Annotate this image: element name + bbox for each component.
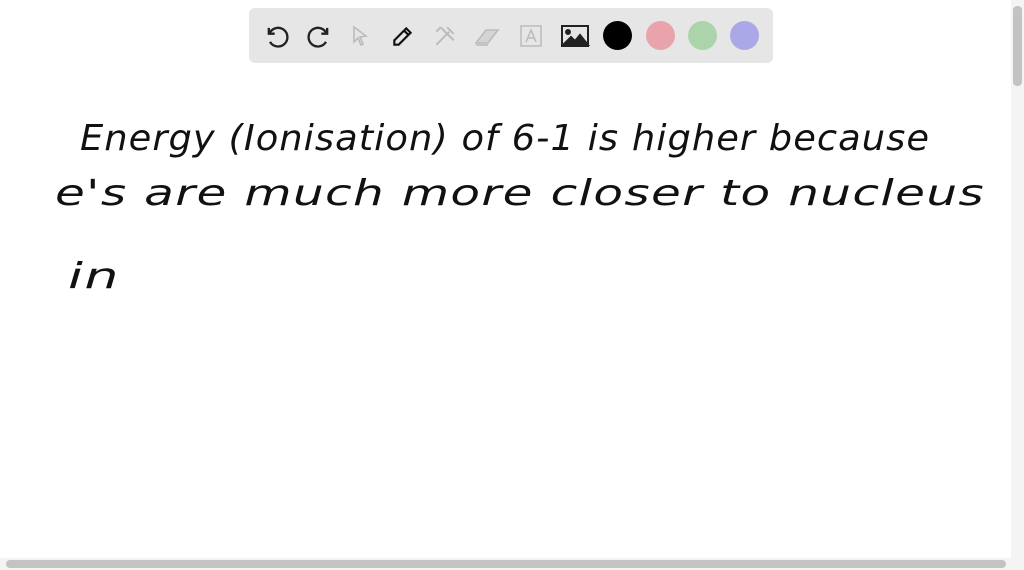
handwriting-line-1: Energy (Ionisation) of 6-1 is higher bec…: [80, 118, 930, 159]
color-black-swatch[interactable]: [603, 21, 632, 50]
color-red-swatch[interactable]: [646, 21, 675, 50]
redo-icon[interactable]: [303, 20, 335, 52]
vertical-scroll-thumb[interactable]: [1013, 6, 1022, 86]
handwriting-line-3: in: [68, 256, 120, 297]
pen-icon[interactable]: [387, 20, 419, 52]
image-icon[interactable]: [559, 20, 591, 52]
horizontal-scroll-thumb[interactable]: [6, 560, 1006, 568]
text-icon[interactable]: [515, 20, 547, 52]
undo-icon[interactable]: [261, 20, 293, 52]
drawing-toolbar: [249, 8, 773, 63]
whiteboard-canvas[interactable]: Energy (Ionisation) of 6-1 is higher bec…: [0, 0, 1010, 558]
vertical-scrollbar[interactable]: [1011, 0, 1024, 558]
color-purple-swatch[interactable]: [730, 21, 759, 50]
eraser-icon[interactable]: [471, 20, 503, 52]
tools-icon[interactable]: [429, 20, 461, 52]
handwriting-line-2: e's are much more closer to nucleus: [55, 173, 985, 214]
color-green-swatch[interactable]: [688, 21, 717, 50]
select-icon[interactable]: [345, 20, 377, 52]
horizontal-scrollbar[interactable]: [0, 558, 1024, 570]
